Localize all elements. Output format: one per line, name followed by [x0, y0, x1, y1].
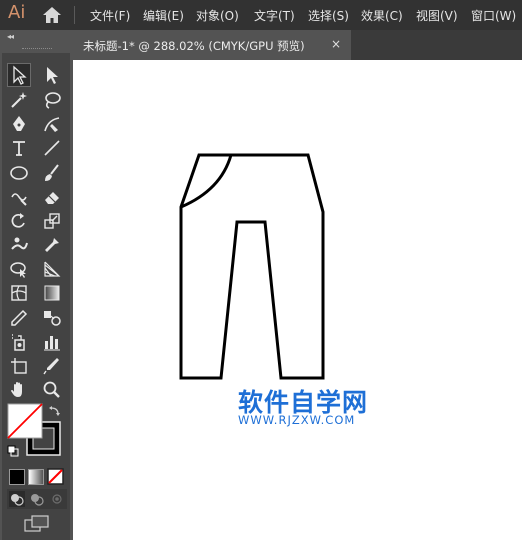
direct-selection-tool-icon[interactable] — [40, 63, 64, 87]
gradient-mode-button[interactable] — [28, 469, 44, 485]
screen-mode-icon[interactable] — [24, 515, 50, 533]
artboard-tool-icon[interactable] — [7, 354, 31, 378]
pants-outline — [179, 153, 325, 380]
rotate-tool-icon[interactable] — [7, 209, 31, 233]
close-icon[interactable]: × — [331, 37, 341, 51]
ellipse-tool-icon[interactable] — [7, 161, 31, 185]
shaper-tool-icon[interactable] — [7, 185, 31, 209]
curvature-tool-icon[interactable] — [40, 112, 64, 136]
fill-stroke-swatches[interactable] — [5, 403, 69, 463]
menu-divider — [74, 6, 75, 24]
menu-type[interactable]: 文字(T) — [254, 7, 295, 24]
type-tool-icon[interactable] — [7, 136, 31, 160]
menu-bar: Ai 文件(F) 编辑(E) 对象(O) 文字(T) 选择(S) 效果(C) 视… — [0, 0, 522, 30]
app-logo: Ai — [8, 2, 26, 23]
document-tab[interactable]: 未标题-1* @ 288.02% (CMYK/GPU 预览) × — [73, 30, 351, 60]
menu-window[interactable]: 窗口(W) — [471, 7, 516, 24]
eyedropper-tool-icon[interactable] — [7, 306, 31, 330]
free-transform-tool-icon[interactable] — [40, 233, 64, 257]
pen-tool-icon[interactable] — [7, 112, 31, 136]
eraser-tool-icon[interactable] — [40, 185, 64, 209]
tools-panel — [2, 53, 70, 540]
symbol-sprayer-tool-icon[interactable] — [7, 330, 31, 354]
menu-edit[interactable]: 编辑(E) — [143, 7, 184, 24]
draw-behind-icon[interactable] — [29, 491, 45, 507]
watermark-url: WWW.RJZXW.COM — [238, 413, 356, 427]
menu-file[interactable]: 文件(F) — [90, 7, 130, 24]
none-mode-button[interactable] — [47, 468, 64, 485]
gradient-tool-icon[interactable] — [40, 281, 64, 305]
pants-drawing[interactable] — [73, 60, 522, 540]
home-icon[interactable] — [42, 6, 62, 24]
magic-wand-tool-icon[interactable] — [7, 88, 31, 112]
draw-normal-icon[interactable] — [9, 491, 25, 507]
puppet-warp-tool-icon[interactable] — [7, 233, 31, 257]
paintbrush-tool-icon[interactable] — [40, 161, 64, 185]
document-tab-title: 未标题-1* @ 288.02% (CMYK/GPU 预览) — [83, 39, 305, 53]
zoom-tool-icon[interactable] — [40, 378, 64, 402]
document-tab-bar: 未标题-1* @ 288.02% (CMYK/GPU 预览) × — [73, 30, 522, 60]
perspective-grid-tool-icon[interactable] — [40, 257, 64, 281]
menu-object[interactable]: 对象(O) — [196, 7, 239, 24]
collapse-panel-button[interactable]: ◂◂ — [7, 32, 14, 41]
scale-tool-icon[interactable] — [40, 209, 64, 233]
menu-select[interactable]: 选择(S) — [308, 7, 349, 24]
shape-builder-tool-icon[interactable] — [7, 257, 31, 281]
slice-tool-icon[interactable] — [40, 354, 64, 378]
artboard-canvas[interactable]: 软件自学网 WWW.RJZXW.COM — [73, 60, 522, 540]
draw-inside-icon[interactable] — [49, 491, 65, 507]
selection-tool-icon[interactable] — [7, 63, 31, 87]
menu-view[interactable]: 视图(V) — [416, 7, 458, 24]
panel-grip[interactable] — [22, 48, 52, 51]
hand-tool-icon[interactable] — [7, 378, 31, 402]
menu-effect[interactable]: 效果(C) — [361, 7, 403, 24]
color-mode-button[interactable] — [9, 469, 25, 485]
line-segment-tool-icon[interactable] — [40, 136, 64, 160]
column-graph-tool-icon[interactable] — [40, 330, 64, 354]
blend-tool-icon[interactable] — [40, 306, 64, 330]
mesh-tool-icon[interactable] — [7, 281, 31, 305]
lasso-tool-icon[interactable] — [40, 88, 64, 112]
